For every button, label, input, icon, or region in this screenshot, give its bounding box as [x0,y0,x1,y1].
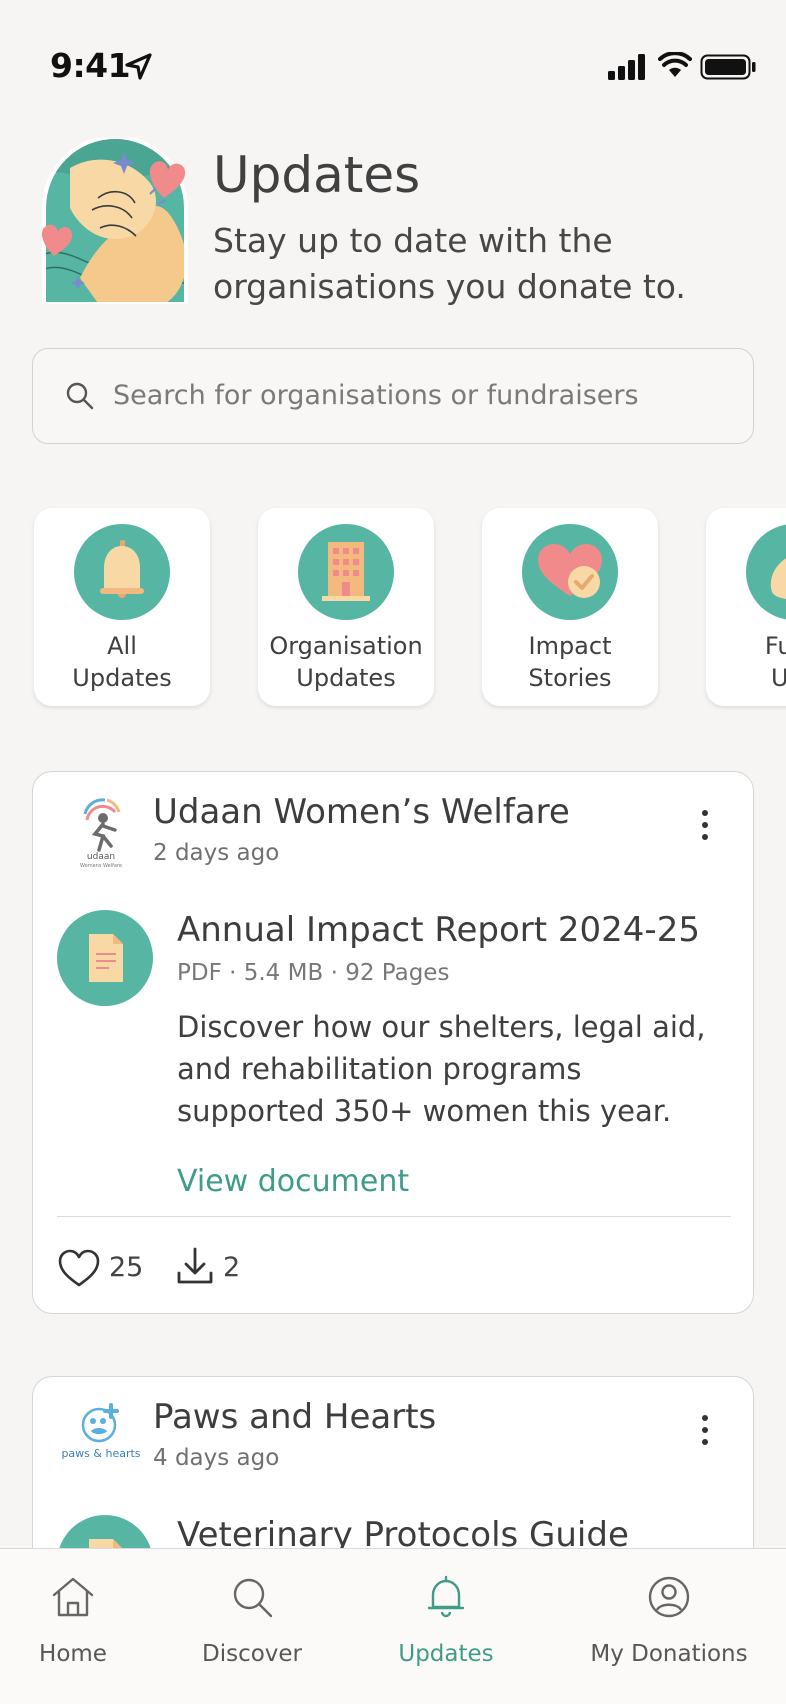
category-label: Updates [72,664,172,692]
svg-text:udaan: udaan [87,852,115,862]
hands-with-hearts-illustration [41,138,188,304]
download-count: 2 [223,1252,241,1283]
home-icon [52,1577,94,1617]
tab-home[interactable]: Home [0,1549,146,1704]
like-count: 25 [109,1252,144,1283]
search-icon [66,382,94,410]
paws-hearts-logo: paws & hearts [61,1403,141,1460]
more-options-button[interactable] [693,810,717,850]
category-carousel[interactable]: All Updates Organisation Updates Impact … [0,506,786,710]
heart-icon[interactable] [57,1248,101,1288]
money-bag-icon: $ [770,558,786,599]
status-time: 9:41 [50,46,131,85]
category-impact-stories[interactable]: Impact Stories [482,508,658,706]
tab-updates[interactable]: Updates [360,1549,532,1704]
building-icon [322,542,370,601]
tab-label: Home [39,1641,107,1667]
udaan-logo: udaan Womens Welfare [80,798,122,869]
svg-text:paws & hearts: paws & hearts [61,1447,140,1460]
tab-label: Discover [201,1641,303,1667]
user-circle-icon [648,1576,690,1618]
org-name[interactable]: Udaan Women’s Welfare [153,792,570,832]
document-meta: PDF · 5.4 MB · 92 Pages [177,960,450,986]
tab-discover[interactable]: Discover [166,1549,338,1704]
tab-label: My Donations [590,1641,748,1667]
document-icon-circle [57,910,153,1006]
view-document-link[interactable]: View document [177,1164,409,1199]
category-label: Fund [764,632,786,660]
page-title: Updates [213,146,421,204]
location-arrow-icon [125,53,152,80]
bell-icon [427,1575,465,1618]
category-label: All [107,632,137,660]
category-all-updates[interactable]: All Updates [34,508,210,706]
search-icon [233,1578,273,1618]
category-organisation-updates[interactable]: Organisation Updates [258,508,434,706]
document-title[interactable]: Annual Impact Report 2024-25 [177,910,700,950]
download-icon[interactable] [175,1246,215,1286]
category-fundraiser-updates[interactable]: $ Fund Upc [706,508,786,706]
document-icon [89,934,123,982]
bell-icon [100,540,144,598]
svg-text:Womens Welfare: Womens Welfare [80,863,122,869]
category-icon-circle [298,524,394,620]
category-icon-circle [74,524,170,620]
battery-icon [700,54,756,80]
page-subtitle: Stay up to date with the organisations y… [213,221,686,306]
status-bar: 9:41 [0,0,786,130]
tab-my-donations[interactable]: My Donations [578,1549,760,1704]
category-label: Organisation [269,632,423,660]
search-placeholder: Search for organisations or fundraisers [113,380,639,411]
category-label: Updates [296,664,396,692]
cellular-signal-icon [608,54,645,80]
post-timestamp: 2 days ago [153,840,280,866]
heart-check-icon [538,544,602,598]
category-label: Stories [528,664,612,692]
more-options-button[interactable] [693,1415,717,1455]
category-label: Upc [771,664,786,692]
document-description: Discover how our shelters, legal aid, an… [177,1010,706,1128]
category-label: Impact [528,632,612,660]
category-icon-circle: $ [746,524,786,620]
tab-label: Updates [398,1641,494,1667]
org-name[interactable]: Paws and Hearts [153,1397,436,1437]
post-timestamp: 4 days ago [153,1445,280,1471]
category-icon-circle [522,524,618,620]
update-card: udaan Womens Welfare Udaan Women’s Welfa… [32,771,754,1314]
card-divider [57,1216,731,1217]
bottom-tab-bar: Home Discover Updates My Donations [0,1548,786,1704]
wifi-icon [658,52,692,77]
search-input[interactable]: Search for organisations or fundraisers [32,348,754,444]
